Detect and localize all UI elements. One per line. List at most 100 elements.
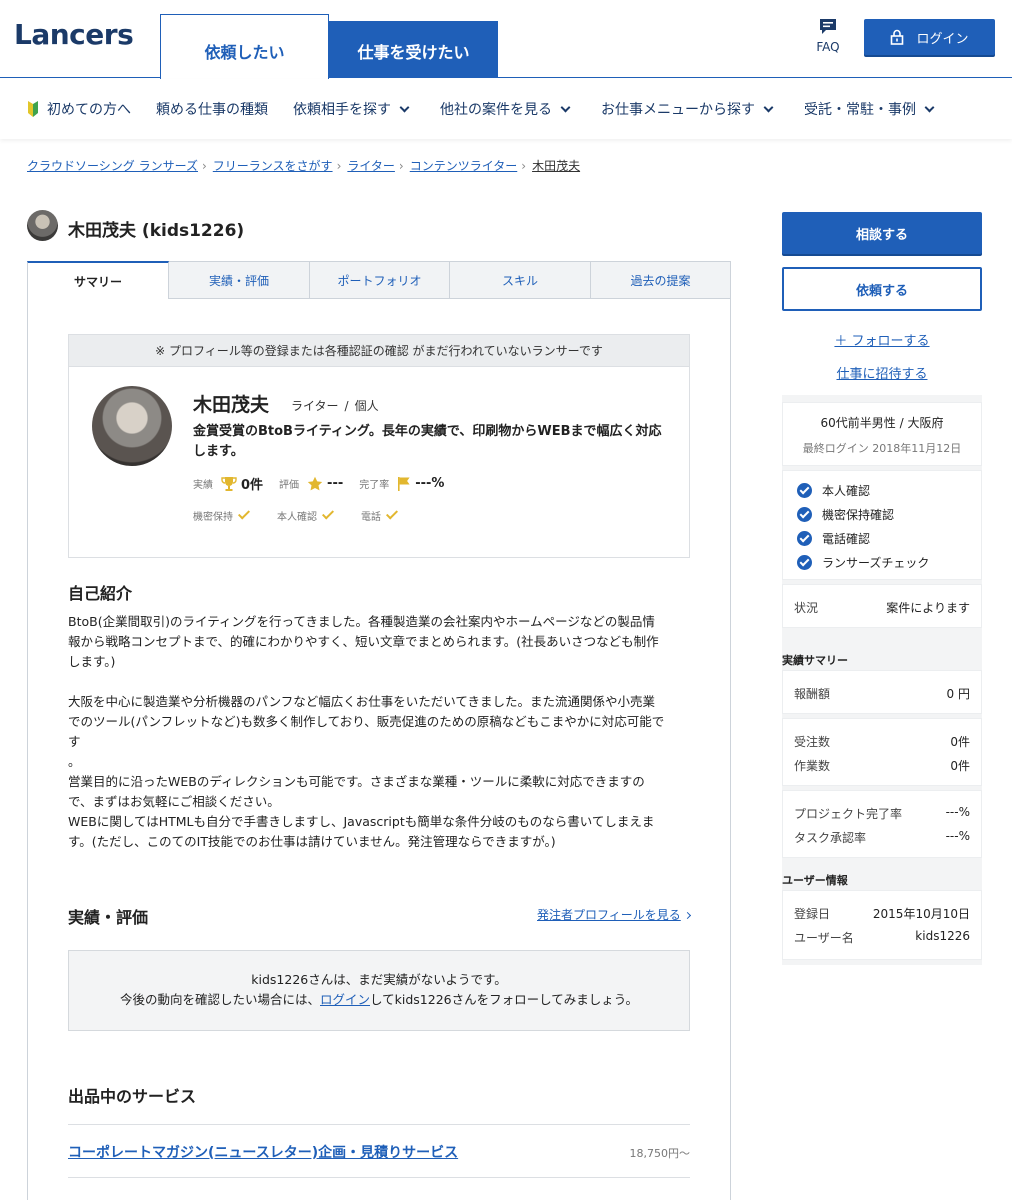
verify-nda-label: 機密保持確認: [822, 508, 895, 522]
reviews-empty-line2: 今後の動向を確認したい場合には、ログインしてkids1226さんをフォローしてみ…: [69, 990, 689, 1010]
chevron-down-icon: [399, 102, 410, 112]
profile-tabs: サマリー 実績・評価 ポートフォリオ スキル 過去の提案: [27, 261, 731, 299]
profile-name: 木田茂夫: [193, 394, 270, 416]
tab-skills[interactable]: スキル: [450, 261, 591, 299]
tab-worker[interactable]: 仕事を受けたい: [329, 21, 498, 78]
registered-label: 登録日: [794, 907, 831, 921]
project-rate-value: ---%: [945, 805, 970, 819]
faq-link[interactable]: FAQ: [808, 18, 848, 54]
tab-summary[interactable]: サマリー: [27, 261, 169, 299]
user-info-heading: ユーザー情報: [782, 874, 848, 887]
avatar: [27, 210, 58, 241]
services-heading: 出品中のサービス: [68, 1087, 197, 1106]
chat-icon: [820, 19, 836, 34]
star-icon: [307, 476, 323, 490]
breadcrumb-separator: ›: [398, 159, 404, 173]
username-label: ユーザー名: [794, 931, 854, 945]
consult-button[interactable]: 相談する: [782, 212, 982, 254]
tab-client[interactable]: 依頼したい: [160, 14, 329, 79]
nav-job-types[interactable]: 頼める仕事の種類: [156, 99, 268, 119]
breadcrumb-writer[interactable]: ライター: [347, 159, 395, 173]
nav-other-projects-label: 他社の案件を見る: [440, 102, 552, 118]
breadcrumb-separator: ›: [521, 159, 527, 173]
project-rate-label: プロジェクト完了率: [794, 807, 903, 821]
verify-identity-label: 本人確認: [822, 484, 871, 498]
breadcrumb-content-writer[interactable]: コンテンツライター: [410, 159, 518, 173]
type-label: 個人: [354, 399, 379, 413]
rating-label: 評価: [279, 480, 300, 491]
profile-photo: [92, 386, 172, 466]
global-nav: 初めての方へ 頼める仕事の種類 依頼相手を探す 他社の案件を見る お仕事メニュー…: [0, 79, 1012, 139]
completion-value: ---%: [415, 476, 445, 491]
invite-link[interactable]: 仕事に招待する: [782, 363, 982, 382]
status-row: 状況 案件によります: [794, 599, 970, 616]
check-icon: [237, 507, 251, 520]
reward-label: 報酬額: [794, 687, 831, 701]
faq-label: FAQ: [816, 40, 840, 54]
nav-cases[interactable]: 受託・常駐・事例: [804, 99, 935, 119]
check-circle-icon: [797, 507, 812, 522]
role-separator: /: [344, 399, 349, 413]
status-value: 案件によります: [886, 601, 970, 615]
registered-value: 2015年10月10日: [872, 907, 970, 921]
check-circle-icon: [797, 555, 812, 570]
divider: [68, 1177, 690, 1178]
login-button[interactable]: ログイン: [864, 19, 995, 55]
reward-row: 報酬額 0 円: [794, 685, 970, 702]
tab-portfolio[interactable]: ポートフォリオ: [310, 261, 450, 299]
registered-row: 登録日 2015年10月10日: [794, 905, 970, 922]
verify-phone: 電話確認: [797, 530, 870, 547]
breadcrumb-crowdsourcing[interactable]: クラウドソーシング ランサーズ: [27, 159, 198, 173]
chevron-down-icon: [924, 102, 935, 112]
nav-beginner[interactable]: 初めての方へ: [27, 99, 131, 119]
sidebar-user-info-box: [782, 890, 982, 960]
breadcrumb-separator: ›: [201, 159, 207, 173]
chevron-right-icon: [683, 911, 691, 920]
check-icon: [321, 507, 335, 520]
nav-find-partner[interactable]: 依頼相手を探す: [293, 99, 410, 119]
verification-identity-label: 本人確認: [277, 512, 317, 523]
breadcrumb-current[interactable]: 木田茂夫: [532, 159, 580, 173]
rating-value: ---: [327, 476, 344, 491]
summary-heading: 実績サマリー: [782, 654, 848, 667]
username-row: ユーザー名 kids1226: [794, 929, 970, 946]
follow-link[interactable]: ＋ フォローする: [782, 330, 982, 349]
login-label: ログイン: [916, 31, 969, 47]
lock-icon: [891, 29, 904, 45]
breadcrumb: クラウドソーシング ランサーズ › フリーランスをさがす › ライター › コンテンツライタ…: [27, 157, 580, 174]
tab-reviews[interactable]: 実績・評価: [169, 261, 310, 299]
check-circle-icon: [797, 483, 812, 498]
flag-icon: [398, 476, 410, 491]
tasks-label: 作業数: [794, 759, 831, 773]
status-label: 状況: [794, 601, 819, 615]
tasks-row: 作業数 0件: [794, 757, 970, 774]
profile-tagline: 金賞受賞のBtoBライティング。長年の実績で、印刷物からWEBまで幅広く対応しま…: [193, 424, 662, 459]
verify-nda: 機密保持確認: [797, 506, 894, 523]
project-rate-row: プロジェクト完了率 ---%: [794, 805, 970, 822]
achievements-label: 実績: [193, 480, 213, 491]
breadcrumb-separator: ›: [336, 159, 342, 173]
breadcrumb-freelance[interactable]: フリーランスをさがす: [213, 159, 333, 173]
nav-find-partner-label: 依頼相手を探す: [293, 102, 391, 118]
check-circle-icon: [797, 531, 812, 546]
reward-value: 0 円: [946, 687, 970, 701]
service-item-price: 18,750円〜: [629, 1147, 691, 1160]
verify-lancers-check: ランサーズチェック: [797, 554, 929, 571]
nav-work-menu[interactable]: お仕事メニューから探す: [601, 99, 774, 119]
nav-job-types-label: 頼める仕事の種類: [156, 102, 268, 118]
client-profile-link[interactable]: 発注者プロフィールを見る: [537, 906, 691, 923]
service-item-title[interactable]: コーポレートマガジン(ニュースレター)企画・見積りサービス: [68, 1142, 458, 1162]
request-button[interactable]: 依頼する: [782, 267, 982, 311]
chevron-down-icon: [763, 102, 774, 112]
last-login: 最終ログイン 2018年11月12日: [802, 442, 962, 455]
task-rate-row: タスク承認率 ---%: [794, 829, 970, 846]
reviews-heading: 実績・評価: [68, 908, 149, 927]
sidebar-orders-box: [782, 718, 982, 786]
client-profile-link-label: 発注者プロフィールを見る: [537, 908, 681, 922]
reviews-empty-box: kids1226さんは、まだ実績がないようです。 今後の動向を確認したい場合には…: [68, 950, 690, 1031]
login-link[interactable]: ログイン: [320, 992, 370, 1007]
tasks-value: 0件: [950, 759, 970, 773]
nav-other-projects[interactable]: 他社の案件を見る: [440, 99, 571, 119]
tab-past-proposals[interactable]: 過去の提案: [591, 261, 731, 299]
lancers-logo[interactable]: Lancers: [14, 18, 134, 51]
